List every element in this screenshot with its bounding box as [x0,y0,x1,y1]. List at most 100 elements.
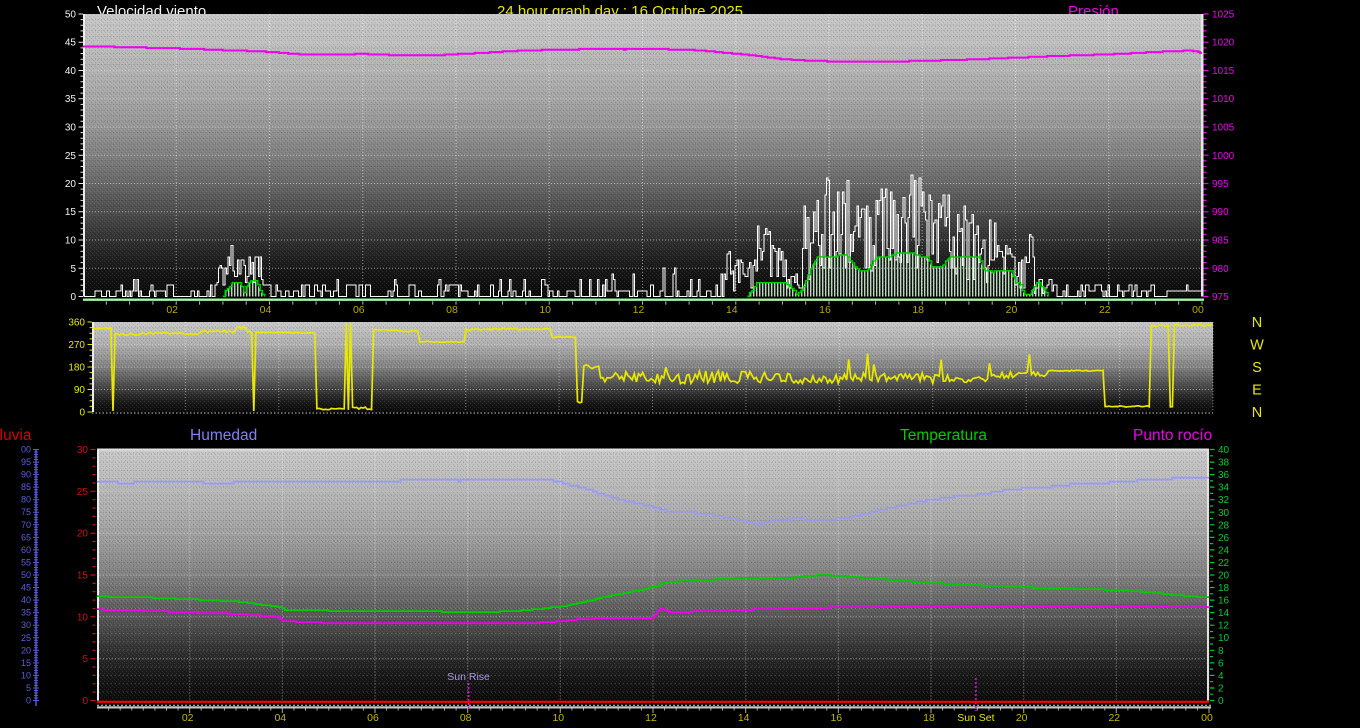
svg-text:270: 270 [68,340,85,351]
svg-text:18: 18 [912,304,924,316]
svg-text:45: 45 [21,583,31,593]
svg-text:975: 975 [1212,292,1229,303]
svg-text:20: 20 [1016,712,1028,724]
svg-text:0: 0 [26,696,31,706]
svg-text:36: 36 [1218,470,1230,481]
svg-text:14: 14 [726,304,738,316]
svg-text:16: 16 [830,712,842,724]
svg-text:985: 985 [1212,236,1229,247]
svg-text:N: N [1252,405,1262,421]
svg-text:06: 06 [367,712,379,724]
svg-text:22: 22 [1218,558,1230,569]
svg-text:20: 20 [1006,304,1018,316]
svg-text:10: 10 [552,712,564,724]
svg-text:8: 8 [1218,646,1224,657]
svg-text:14: 14 [738,712,750,724]
svg-text:22: 22 [1099,304,1111,316]
svg-text:20: 20 [21,645,31,655]
svg-text:34: 34 [1218,483,1230,494]
svg-text:10: 10 [65,236,77,247]
svg-text:180: 180 [68,363,85,374]
svg-text:1020: 1020 [1212,38,1235,49]
svg-text:22: 22 [1108,712,1120,724]
svg-text:20: 20 [77,529,89,540]
svg-text:38: 38 [1218,458,1230,469]
svg-text:10: 10 [1218,633,1230,644]
svg-text:16: 16 [819,304,831,316]
svg-text:15: 15 [21,658,31,668]
svg-text:E: E [1252,383,1262,399]
svg-text:00: 00 [1192,304,1204,316]
svg-text:55: 55 [21,558,31,568]
svg-text:26: 26 [1218,533,1230,544]
svg-text:15: 15 [65,207,77,218]
svg-text:2: 2 [1218,684,1224,695]
svg-text:16: 16 [1218,596,1230,607]
svg-text:80: 80 [21,495,31,505]
svg-text:N: N [1252,315,1262,331]
svg-text:90: 90 [74,385,86,396]
svg-text:90: 90 [21,470,31,480]
svg-text:24: 24 [1218,545,1230,556]
svg-text:20: 20 [1218,571,1230,582]
svg-text:08: 08 [460,712,472,724]
svg-text:S: S [1252,360,1262,376]
svg-text:12: 12 [633,304,645,316]
svg-text:980: 980 [1212,264,1229,275]
svg-text:5: 5 [26,683,31,693]
svg-text:1000: 1000 [1212,151,1235,162]
svg-text:1015: 1015 [1212,66,1235,77]
svg-text:25: 25 [77,487,89,498]
svg-text:85: 85 [21,482,31,492]
svg-text:12: 12 [1218,621,1230,632]
svg-text:30: 30 [1218,508,1230,519]
svg-text:1010: 1010 [1212,94,1235,105]
svg-text:35: 35 [21,608,31,618]
svg-text:6: 6 [1218,658,1224,669]
svg-text:06: 06 [353,304,365,316]
svg-text:50: 50 [21,570,31,580]
svg-text:18: 18 [1218,583,1230,594]
svg-text:4: 4 [1218,671,1224,682]
svg-text:10: 10 [77,612,89,623]
svg-text:0: 0 [70,292,76,303]
svg-text:00: 00 [21,445,31,455]
svg-text:40: 40 [21,595,31,605]
svg-text:990: 990 [1212,207,1229,218]
svg-text:Humedad: Humedad [190,427,257,444]
svg-text:10: 10 [21,670,31,680]
svg-text:25: 25 [65,151,77,162]
svg-text:30: 30 [65,123,77,134]
svg-text:Sun Set: Sun Set [957,712,994,724]
svg-text:35: 35 [65,94,77,105]
svg-text:12: 12 [645,712,657,724]
svg-text:45: 45 [65,38,77,49]
svg-text:40: 40 [65,66,77,77]
svg-text:02: 02 [182,712,194,724]
svg-text:60: 60 [21,545,31,555]
svg-text:20: 20 [65,179,77,190]
svg-text:30: 30 [77,445,89,456]
svg-text:08: 08 [446,304,458,316]
svg-text:5: 5 [82,654,88,665]
svg-text:Sun Rise: Sun Rise [447,671,490,683]
svg-text:30: 30 [21,620,31,630]
svg-text:Lluvia: Lluvia [0,427,32,444]
svg-text:04: 04 [274,712,286,724]
svg-text:5: 5 [70,264,76,275]
svg-text:50: 50 [65,10,77,21]
svg-text:28: 28 [1218,520,1230,531]
svg-text:995: 995 [1212,179,1229,190]
svg-text:18: 18 [923,712,935,724]
svg-text:00: 00 [1201,712,1213,724]
svg-text:32: 32 [1218,495,1230,506]
svg-text:65: 65 [21,532,31,542]
svg-text:Punto rocío: Punto rocío [1133,427,1212,444]
svg-text:1025: 1025 [1212,10,1235,21]
svg-text:Temperatura: Temperatura [900,427,987,444]
svg-text:40: 40 [1218,445,1230,456]
svg-text:14: 14 [1218,608,1230,619]
svg-text:W: W [1250,338,1264,354]
svg-text:70: 70 [21,520,31,530]
svg-text:10: 10 [539,304,551,316]
